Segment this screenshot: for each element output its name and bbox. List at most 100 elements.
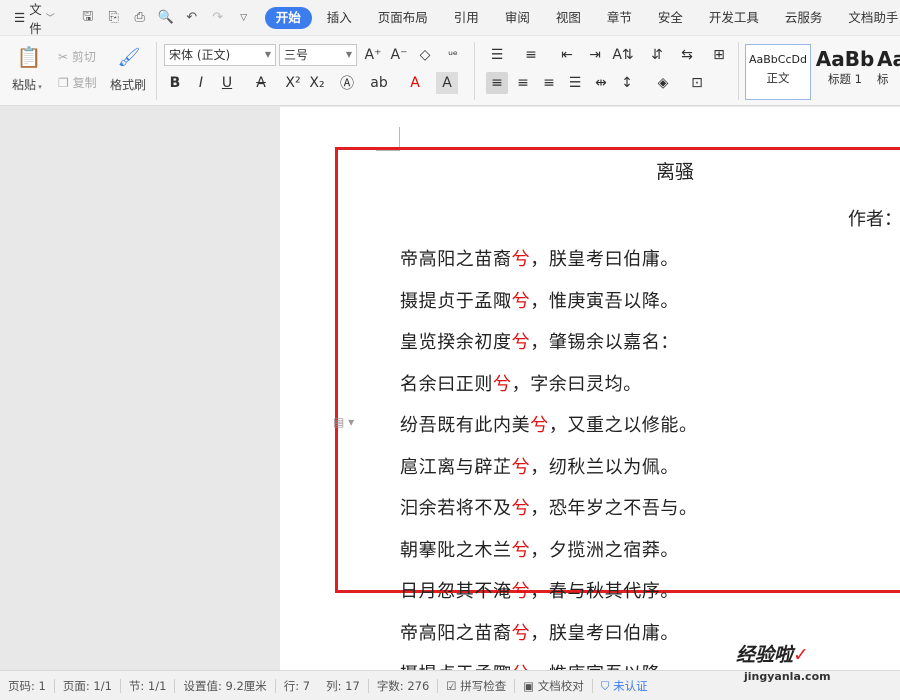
status-setting[interactable]: 设置值: 9.2厘米 <box>175 678 274 694</box>
strikethrough-icon[interactable]: A <box>250 72 272 94</box>
font-name-value: 宋体 (正文) <box>169 48 231 62</box>
shading-icon[interactable]: ◈ <box>652 72 674 94</box>
superscript-icon[interactable]: X² <box>282 72 304 94</box>
sort-icon[interactable]: ⇵ <box>646 44 668 66</box>
tab-cloud-service[interactable]: 云服务 <box>772 7 836 29</box>
distributed-icon[interactable]: ⇹ <box>590 72 612 94</box>
poem-line-second-half: ，恐年岁之不吾与。 <box>530 498 698 519</box>
align-right-icon[interactable]: ≡ <box>538 72 560 94</box>
status-col[interactable]: 列: 17 <box>318 678 368 694</box>
unverified-button[interactable]: ⛉ 未认证 <box>593 678 656 694</box>
paste-icon[interactable]: 📋 <box>16 44 42 70</box>
status-page-total[interactable]: 页面: 1/1 <box>55 678 120 694</box>
numbered-list-icon[interactable]: ≡ <box>520 44 542 66</box>
style-normal[interactable]: AaBbCcDd 正文 <box>745 44 811 100</box>
paragraph-handle-icon[interactable]: ▤ ▾ <box>333 415 354 429</box>
decrease-indent-icon[interactable]: ⇤ <box>556 44 578 66</box>
watermark-logo: 经验啦✓ <box>736 640 809 667</box>
cut-button[interactable]: ✂ 剪切 <box>58 48 96 65</box>
format-painter-icon[interactable]: 🖌 <box>116 44 142 70</box>
tab-references[interactable]: 引用 <box>441 7 492 29</box>
poem-line-first-half: 帝高阳之苗裔 <box>400 622 512 644</box>
unverified-label: 未认证 <box>613 678 648 693</box>
font-color-icon[interactable]: A <box>404 72 426 94</box>
tab-section[interactable]: 章节 <box>594 7 645 29</box>
status-page-num[interactable]: 页码: 1 <box>0 678 54 694</box>
subscript-icon[interactable]: X₂ <box>306 72 328 94</box>
spell-check-button[interactable]: ☑ 拼写检查 <box>438 678 514 694</box>
bullet-list-icon[interactable]: ☰ <box>486 44 508 66</box>
justify-icon[interactable]: ☰ <box>564 72 586 94</box>
watermark-url: jingyanla.com <box>744 670 831 683</box>
print-icon[interactable]: ⎙ <box>129 7 151 29</box>
tab-home[interactable]: 开始 <box>264 6 312 29</box>
spell-check-icon: ☑ <box>446 678 457 693</box>
tab-doc-assistant[interactable]: 文档助手 <box>835 7 900 29</box>
font-size-select[interactable]: 三号 ▼ <box>279 44 357 66</box>
format-painter-button[interactable]: 格式刷 <box>110 76 146 93</box>
shrink-font-icon[interactable]: A⁻ <box>388 44 410 66</box>
highlight-icon[interactable]: ab <box>368 72 390 94</box>
align-left-icon[interactable]: ≡ <box>486 72 508 94</box>
poem-line-first-half: 纷吾既有此内美 <box>400 415 531 436</box>
file-menu[interactable]: ☰ 文件 ﹀ <box>0 0 65 36</box>
char-shading-icon[interactable]: A <box>436 72 458 94</box>
underline-icon[interactable]: U <box>216 72 238 94</box>
borders-icon[interactable]: ⊡ <box>686 72 708 94</box>
separator <box>738 42 739 100</box>
line-spacing-icon[interactable]: ↕ <box>616 72 638 94</box>
poem-line: 名余曰正则兮，字余曰灵均。 <box>400 370 642 396</box>
cut-label: 剪切 <box>71 50 96 64</box>
style-heading-2[interactable]: Aa 标 <box>876 44 900 100</box>
tab-view[interactable]: 视图 <box>543 7 594 29</box>
style-name: 标题 1 <box>828 72 862 86</box>
tab-page-layout[interactable]: 页面布局 <box>365 7 441 29</box>
customize-dropdown-icon[interactable]: ▽ <box>233 7 255 29</box>
highlighted-char: 兮 <box>511 249 531 270</box>
paste-button[interactable]: 粘贴 ▾ <box>12 76 42 93</box>
tab-security[interactable]: 安全 <box>645 7 696 29</box>
save-icon[interactable]: 🖫 <box>77 7 99 29</box>
tab-insert[interactable]: 插入 <box>314 7 365 29</box>
font-name-select[interactable]: 宋体 (正文) ▼ <box>164 44 276 66</box>
tab-developer[interactable]: 开发工具 <box>696 7 772 29</box>
export-icon[interactable]: ⎘ <box>103 7 125 29</box>
poem-line-second-half: ，夕揽洲之宿莽。 <box>530 539 680 561</box>
grow-font-icon[interactable]: A⁺ <box>362 44 384 66</box>
tab-review[interactable]: 审阅 <box>492 7 543 29</box>
quick-access-toolbar: 🖫 ⎘ ⎙ 🔍 ↶ ↷ ▽ <box>73 7 259 29</box>
poem-line-second-half: ，朕皇考曰伯庸。 <box>530 249 680 270</box>
highlighted-char: 兮 <box>511 498 531 519</box>
doc-proof-button[interactable]: ▣ 文档校对 <box>515 678 592 694</box>
clear-format-icon[interactable]: ◇ <box>414 44 436 66</box>
separator <box>156 42 157 100</box>
poem-line-second-half: ，字余曰灵均。 <box>511 373 642 395</box>
status-section[interactable]: 节: 1/1 <box>121 678 175 694</box>
show-marks-icon[interactable]: ⇆ <box>676 44 698 66</box>
phonetic-guide-icon[interactable]: ᵘᵉ <box>442 44 464 66</box>
bold-icon[interactable]: B <box>164 72 186 94</box>
text-effect-icon[interactable]: Ⓐ <box>336 72 358 94</box>
italic-icon[interactable]: I <box>190 72 212 94</box>
status-row[interactable]: 行: 7 <box>276 678 318 694</box>
table-icon[interactable]: ⊞ <box>708 44 730 66</box>
poem-line: 日月忽其不淹兮，春与秋其代序。 <box>400 577 679 603</box>
poem-line: 汩余若将不及兮，恐年岁之不吾与。 <box>400 494 698 520</box>
poem-line-first-half: 皇览揆余初度 <box>400 332 512 353</box>
align-center-icon[interactable]: ≡ <box>512 72 534 94</box>
status-word-count[interactable]: 字数: 276 <box>369 678 437 694</box>
file-menu-label: 文件 <box>29 1 42 36</box>
style-name: 正文 <box>766 71 790 85</box>
poem-line: 皇览揆余初度兮，肇锡余以嘉名： <box>400 328 679 354</box>
print-preview-icon[interactable]: 🔍 <box>155 7 177 29</box>
doc-proof-label: 文档校对 <box>537 678 584 693</box>
document-workspace[interactable]: 离骚 作者： ▤ ▾ 帝高阳之苗裔兮，朕皇考曰伯庸。 摄提贞于孟陬兮，惟庚寅吾以降… <box>0 107 900 670</box>
document-author: 作者： <box>848 209 900 230</box>
style-heading-1[interactable]: AaBb 标题 1 <box>812 44 878 100</box>
redo-icon[interactable]: ↷ <box>207 7 229 29</box>
increase-indent-icon[interactable]: ⇥ <box>584 44 606 66</box>
ribbon: 📋 粘贴 ▾ ✂ 剪切 ❐ 复制 🖌 格式刷 宋体 (正文) ▼ 三号 ▼ A⁺… <box>0 36 900 106</box>
text-direction-icon[interactable]: A⇅ <box>612 44 634 66</box>
copy-button[interactable]: ❐ 复制 <box>58 74 97 91</box>
undo-icon[interactable]: ↶ <box>181 7 203 29</box>
